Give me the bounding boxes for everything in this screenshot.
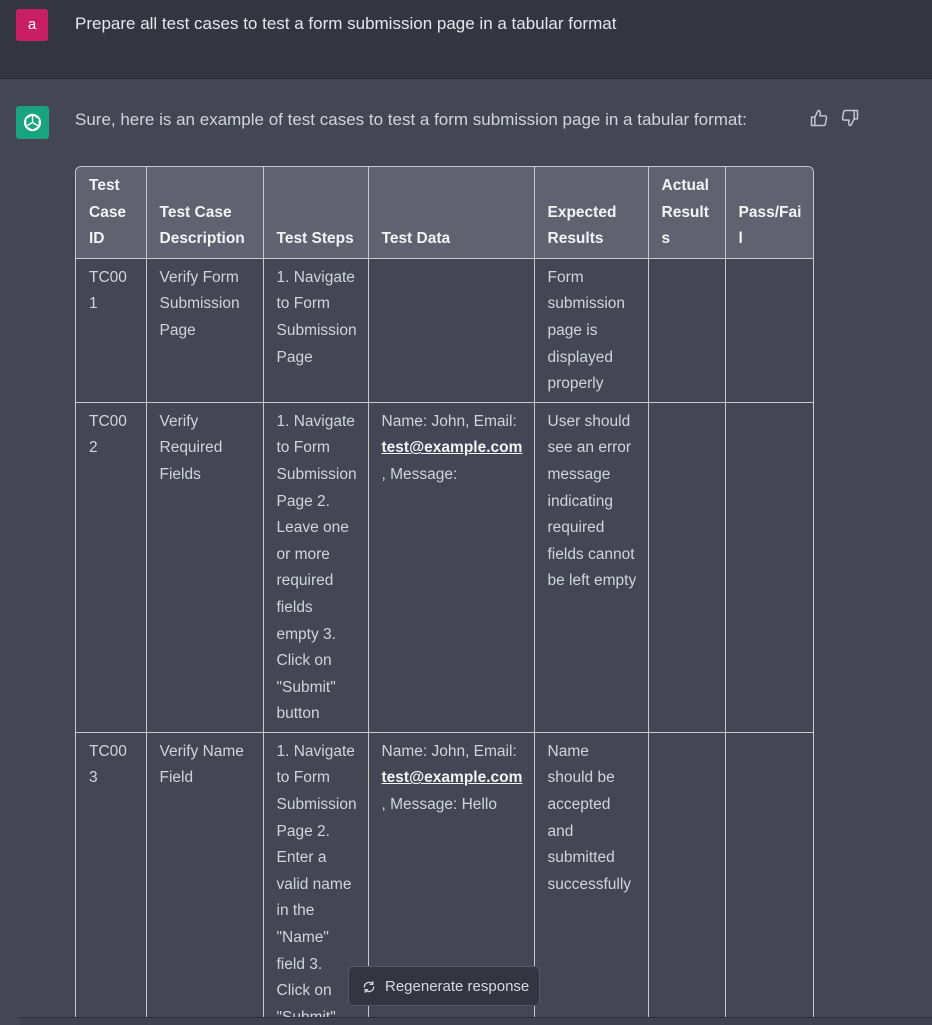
cell-expected: Name should be accepted and submitted su… (533, 731, 649, 1025)
column-header: Actual Results (647, 167, 726, 259)
cell-description: Verify Form Submission Page (145, 257, 264, 403)
test-data-text: , Message: Hello (381, 795, 497, 813)
test-data-text: , Message: (381, 465, 458, 483)
column-header: Pass/Fail (724, 167, 813, 259)
test-case-table-container: Test Case ID Test Case Description Test … (75, 166, 814, 1025)
cell-steps: 1. Navigate to Form Submission Page (262, 257, 369, 403)
cell-description: Verify Name Field (145, 731, 264, 1025)
regenerate-label: Regenerate response (385, 978, 530, 995)
cell-id: TC003 (76, 731, 147, 1025)
column-header: Test Case Description (145, 167, 264, 259)
assistant-intro-text: Sure, here is an example of test cases t… (75, 110, 747, 129)
column-header: Test Case ID (76, 167, 147, 259)
column-header: Test Data (367, 167, 535, 259)
cell-id: TC001 (76, 257, 147, 403)
cell-expected: Form submission page is displayed proper… (533, 257, 649, 403)
table-header-row: Test Case ID Test Case Description Test … (76, 167, 813, 259)
thumbs-down-icon[interactable] (840, 108, 860, 128)
cell-pass-fail (724, 731, 813, 1025)
cell-pass-fail (724, 257, 813, 403)
cell-actual (647, 257, 726, 403)
regenerate-response-button[interactable]: Regenerate response (348, 966, 540, 1006)
table-row: TC001 Verify Form Submission Page 1. Nav… (76, 257, 813, 403)
column-header: Test Steps (262, 167, 369, 259)
table-row: TC002 Verify Required Fields 1. Navigate… (76, 401, 813, 733)
refresh-icon (363, 981, 375, 993)
cell-steps: 1. Navigate to Form Submission Page 2. L… (262, 401, 369, 733)
cell-actual (647, 401, 726, 733)
email-link[interactable]: test@example.com (382, 439, 523, 456)
cell-pass-fail (724, 401, 813, 733)
test-data-text: Name: John, Email: (381, 412, 517, 430)
user-message-row: a Prepare all test cases to test a form … (0, 0, 932, 79)
user-prompt-text: Prepare all test cases to test a form su… (75, 14, 617, 33)
test-data-text: Name: John, Email: (381, 742, 517, 760)
openai-logo-icon (16, 106, 49, 139)
cell-id: TC002 (76, 401, 147, 733)
column-header: Expected Results (533, 167, 649, 259)
cell-test-data: Name: John, Email: test@example.com , Mes… (367, 401, 535, 733)
email-link[interactable]: test@example.com (382, 769, 523, 786)
cell-description: Verify Required Fields (145, 401, 264, 733)
user-avatar: a (16, 9, 48, 41)
cell-test-data (367, 257, 535, 403)
thumbs-up-icon[interactable] (809, 108, 829, 128)
cell-actual (647, 731, 726, 1025)
test-case-table: Test Case ID Test Case Description Test … (76, 167, 813, 1025)
cell-expected: User should see an error message indicat… (533, 401, 649, 733)
